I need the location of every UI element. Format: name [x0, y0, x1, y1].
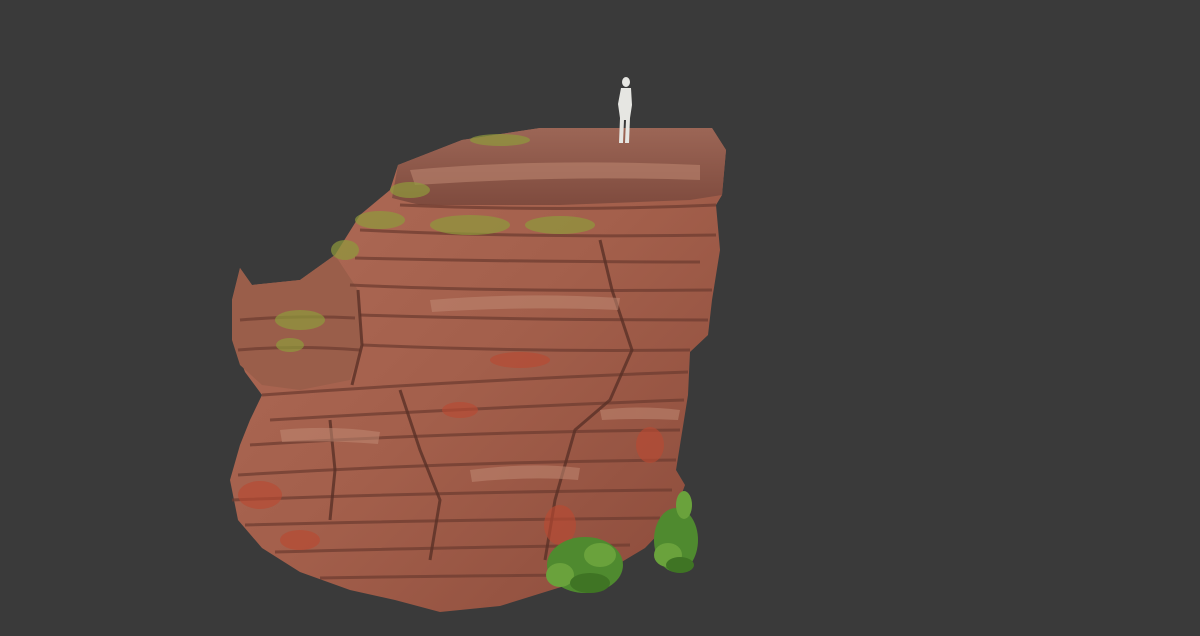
3d-viewport[interactable] [0, 0, 1200, 636]
scene-render[interactable] [0, 0, 1200, 636]
rock-formation [230, 128, 726, 612]
figure-head [622, 77, 630, 87]
